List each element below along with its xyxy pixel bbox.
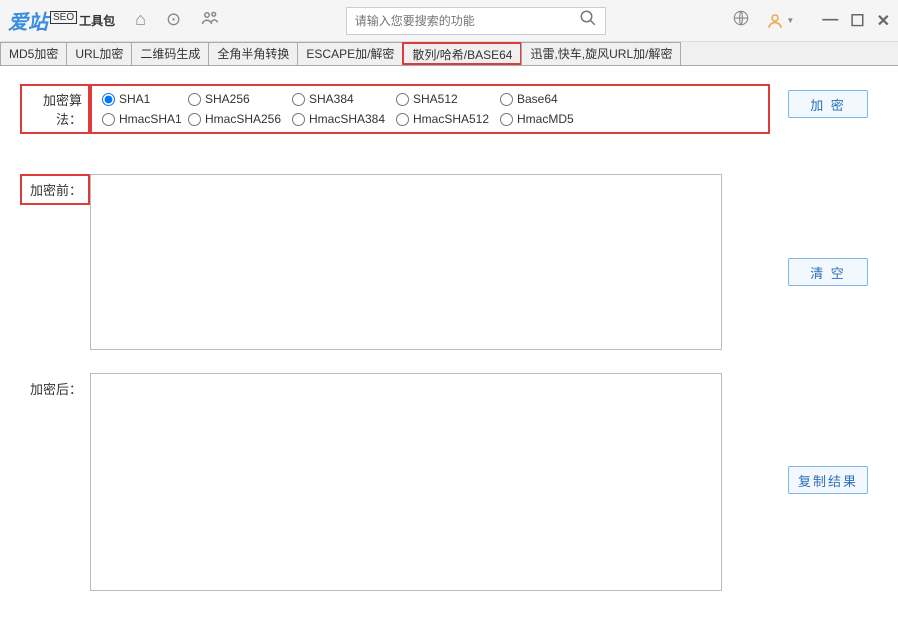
radio-input-hmacsha384[interactable] xyxy=(292,113,305,126)
radio-sha384[interactable]: SHA384 xyxy=(292,92,388,106)
radio-hmacsha256[interactable]: HmacSHA256 xyxy=(188,112,284,126)
radio-input-hmacmd5[interactable] xyxy=(500,113,513,126)
search-wrap xyxy=(219,7,732,35)
minimize-button[interactable]: — xyxy=(822,11,838,31)
logo-main: 爱站 xyxy=(8,6,48,35)
form-area: 加密算法： SHA1 SHA256 SHA384 SHA512 Base64 HmacS… xyxy=(20,84,770,614)
radio-label: SHA256 xyxy=(205,92,250,106)
radio-label: HmacMD5 xyxy=(517,112,574,126)
before-body xyxy=(90,174,770,353)
logo-suffix: 工具包 xyxy=(79,12,115,29)
algorithm-label: 加密算法： xyxy=(20,84,90,134)
radio-sha512[interactable]: SHA512 xyxy=(396,92,492,106)
radio-label: SHA1 xyxy=(119,92,150,106)
tab-2[interactable]: 二维码生成 xyxy=(131,42,209,65)
radio-hmacsha512[interactable]: HmacSHA512 xyxy=(396,112,492,126)
globe-icon[interactable] xyxy=(732,9,750,32)
tab-4[interactable]: ESCAPE加/解密 xyxy=(297,42,403,65)
search-input[interactable] xyxy=(355,14,579,28)
radio-input-hmacsha256[interactable] xyxy=(188,113,201,126)
radio-input-hmacsha512[interactable] xyxy=(396,113,409,126)
radio-input-sha512[interactable] xyxy=(396,93,409,106)
after-body xyxy=(90,373,770,594)
app-logo: 爱站 SEO 工具包 xyxy=(8,6,115,35)
radio-input-base64[interactable] xyxy=(500,93,513,106)
radio-hmacsha384[interactable]: HmacSHA384 xyxy=(292,112,388,126)
before-row: 加密前： xyxy=(20,174,770,353)
radio-sha256[interactable]: SHA256 xyxy=(188,92,284,106)
tab-0[interactable]: MD5加密 xyxy=(0,42,67,65)
close-button[interactable]: ✕ xyxy=(877,11,890,31)
radio-sha1[interactable]: SHA1 xyxy=(102,92,180,106)
after-row: 加密后： xyxy=(20,373,770,594)
radio-base64[interactable]: Base64 xyxy=(500,92,578,106)
logo-badge: SEO xyxy=(50,11,77,24)
copy-button[interactable]: 复制结果 xyxy=(788,466,868,494)
search-icon[interactable] xyxy=(579,9,597,32)
radio-label: SHA512 xyxy=(413,92,458,106)
window-controls: — ☐ ✕ xyxy=(822,11,890,31)
maximize-button[interactable]: ☐ xyxy=(850,11,864,31)
radio-label: HmacSHA512 xyxy=(413,112,489,126)
tab-6[interactable]: 迅雷,快车,旋风URL加/解密 xyxy=(521,42,681,65)
tab-3[interactable]: 全角半角转换 xyxy=(208,42,298,65)
titlebar-right: ▼ — ☐ ✕ xyxy=(732,9,890,32)
radio-label: HmacSHA384 xyxy=(309,112,385,126)
radio-hmacsha1[interactable]: HmacSHA1 xyxy=(102,112,180,126)
radio-label: SHA384 xyxy=(309,92,354,106)
chevron-down-icon: ▼ xyxy=(786,16,794,25)
radio-row-2: HmacSHA1 HmacSHA256 HmacSHA384 HmacSHA512 Hm… xyxy=(102,112,758,126)
radio-input-sha256[interactable] xyxy=(188,93,201,106)
play-icon[interactable]: ⊙ xyxy=(166,9,181,32)
radio-label: HmacSHA256 xyxy=(205,112,281,126)
radio-label: Base64 xyxy=(517,92,558,106)
radio-row-1: SHA1 SHA256 SHA384 SHA512 Base64 xyxy=(102,92,758,106)
radio-label: HmacSHA1 xyxy=(119,112,182,126)
after-textarea[interactable] xyxy=(90,373,722,591)
algorithm-body: SHA1SHA256SHA384SHA512Base64 HmacSHA1Hma… xyxy=(90,84,770,134)
search-box[interactable] xyxy=(346,7,606,35)
after-label: 加密后： xyxy=(20,373,90,398)
tool-tabs: MD5加密URL加密二维码生成全角半角转换ESCAPE加/解密散列/哈希/BAS… xyxy=(0,42,898,66)
content: 加密算法： SHA1 SHA256 SHA384 SHA512 Base64 HmacS… xyxy=(0,66,898,632)
user-icon[interactable]: ▼ xyxy=(766,12,794,30)
radio-input-sha1[interactable] xyxy=(102,93,115,106)
encrypt-button[interactable]: 加 密 xyxy=(788,90,868,118)
before-textarea[interactable] xyxy=(90,174,722,350)
algorithm-radio-box: SHA1SHA256SHA384SHA512Base64 HmacSHA1Hma… xyxy=(90,84,770,134)
before-label: 加密前： xyxy=(20,174,90,205)
action-buttons: 加 密 清 空 复制结果 xyxy=(788,84,878,614)
tab-1[interactable]: URL加密 xyxy=(66,42,132,65)
algorithm-row: 加密算法： SHA1 SHA256 SHA384 SHA512 Base64 HmacS… xyxy=(20,84,770,134)
radio-input-sha384[interactable] xyxy=(292,93,305,106)
people-icon[interactable] xyxy=(201,9,219,32)
tab-5[interactable]: 散列/哈希/BASE64 xyxy=(402,42,522,65)
radio-hmacmd5[interactable]: HmacMD5 xyxy=(500,112,578,126)
radio-input-hmacsha1[interactable] xyxy=(102,113,115,126)
titlebar-icons: ⌂ ⊙ xyxy=(135,9,219,32)
clear-button[interactable]: 清 空 xyxy=(788,258,868,286)
home-icon[interactable]: ⌂ xyxy=(135,9,146,32)
titlebar: 爱站 SEO 工具包 ⌂ ⊙ ▼ — ☐ ✕ xyxy=(0,0,898,42)
